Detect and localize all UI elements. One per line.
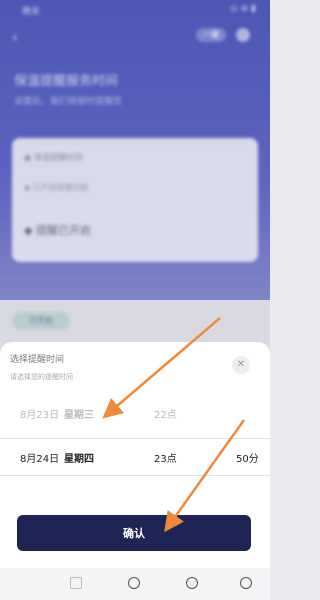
card-line-3: ◆ 提醒已开启	[24, 224, 91, 237]
picker-weekday: 星期三	[64, 410, 94, 421]
circle-icon[interactable]	[186, 577, 198, 589]
picker-date: 8月24日	[20, 454, 60, 465]
picker-subtitle: 请选择您的提醒时间	[10, 373, 73, 381]
picker-minute: 50分	[236, 454, 259, 465]
card-line-1: ▣ 保温提醒时间	[24, 153, 83, 162]
picker-row-selected[interactable]: 8月24日 星期四 23点 50分	[0, 438, 270, 476]
page-headline: 保温提醒服务时间	[14, 74, 119, 89]
time-picker-sheet: 选择提醒时间 请选择您的提醒时间 ✕ 8月23日 星期三 22点 8月24日 星…	[0, 342, 270, 600]
page-subline: 设置后，我们将按时提醒您	[14, 97, 123, 107]
card-line-2: ◆ 已开启提醒功能	[24, 183, 89, 192]
back-triangle-icon[interactable]	[240, 577, 252, 589]
status-bar-right: ◎ ⊕ ▮	[229, 4, 256, 14]
confirm-button[interactable]: 确认	[17, 515, 251, 551]
picker-hour: 23点	[154, 454, 177, 465]
picker-weekday: 星期四	[64, 454, 94, 465]
picker-hour: 22点	[154, 410, 177, 421]
picker-date: 8月23日	[20, 410, 60, 421]
picker-title: 选择提醒时间	[10, 355, 65, 365]
status-tag: 已开启	[12, 312, 70, 330]
back-icon: ‹	[12, 30, 18, 46]
circle-icon[interactable]	[128, 577, 140, 589]
system-nav-bar	[0, 568, 270, 600]
more-icon	[236, 28, 250, 42]
status-bar-left: 晚安	[22, 7, 41, 17]
info-card: ▣ 保温提醒时间 ◆ 已开启提醒功能 ◆ 提醒已开启	[12, 138, 258, 262]
close-icon[interactable]: ✕	[232, 356, 250, 374]
square-icon[interactable]	[70, 577, 82, 589]
header-pill: 一键	[196, 28, 226, 42]
